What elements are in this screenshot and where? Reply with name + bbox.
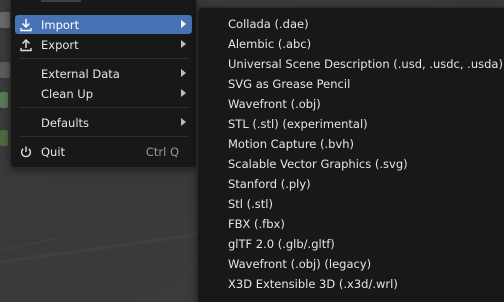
import-stanford-ply[interactable]: Stanford (.ply) — [228, 177, 311, 197]
import-icon — [15, 15, 37, 34]
menu-item-quit[interactable]: Quit Ctrl Q — [15, 142, 192, 161]
import-stl[interactable]: Stl (.stl) — [228, 197, 273, 217]
toolbar-tool-button[interactable] — [0, 130, 8, 146]
menu-item-label: Import — [41, 18, 80, 32]
menu-separator — [19, 136, 189, 137]
menu-item-export[interactable]: Export — [15, 35, 192, 54]
import-stl-experimental[interactable]: STL (.stl) (experimental) — [228, 117, 368, 137]
import-gltf[interactable]: glTF 2.0 (.glb/.gltf) — [228, 237, 335, 257]
menu-item-label: External Data — [41, 67, 120, 81]
menu-item-external-data[interactable]: External Data — [15, 64, 192, 83]
menu-item-label: Clean Up — [41, 87, 94, 101]
import-x3d[interactable]: X3D Extensible 3D (.x3d/.wrl) — [228, 277, 398, 297]
menu-separator — [19, 58, 189, 59]
menu-item-clean-up[interactable]: Clean Up — [15, 84, 192, 103]
menu-item-import[interactable]: Import — [15, 15, 192, 34]
toolbar-tool-button[interactable] — [0, 92, 8, 108]
submenu-arrow-icon — [181, 69, 186, 77]
submenu-arrow-icon — [181, 118, 186, 126]
menu-separator — [19, 107, 189, 108]
import-motion-capture[interactable]: Motion Capture (.bvh) — [228, 137, 354, 157]
import-wavefront-obj-legacy[interactable]: Wavefront (.obj) (legacy) — [228, 257, 371, 277]
submenu-arrow-icon — [181, 89, 186, 97]
toolbar-tool-button[interactable] — [0, 12, 10, 28]
file-menu: Import Export External Data Clean Up Def… — [10, 0, 197, 168]
shortcut-label: Ctrl Q — [145, 145, 179, 159]
import-collada[interactable]: Collada (.dae) — [228, 17, 309, 37]
menu-top-edge — [41, 0, 81, 2]
toolbar-tool-button[interactable] — [0, 62, 10, 78]
import-submenu: Collada (.dae) Alembic (.abc) Universal … — [197, 7, 504, 302]
import-wavefront-obj[interactable]: Wavefront (.obj) — [228, 97, 321, 117]
menu-item-defaults[interactable]: Defaults — [15, 113, 192, 132]
import-usd[interactable]: Universal Scene Description (.usd, .usdc… — [228, 57, 503, 77]
import-alembic[interactable]: Alembic (.abc) — [228, 37, 311, 57]
import-svg-grease-pencil[interactable]: SVG as Grease Pencil — [228, 77, 350, 97]
viewport-grid-line — [0, 237, 59, 251]
submenu-arrow-icon — [181, 40, 186, 48]
menu-item-label: Quit — [41, 145, 66, 159]
submenu-arrow-icon — [181, 20, 186, 28]
import-svg[interactable]: Scalable Vector Graphics (.svg) — [228, 157, 408, 177]
import-fbx[interactable]: FBX (.fbx) — [228, 217, 285, 237]
export-icon — [15, 35, 37, 54]
power-icon — [15, 142, 37, 161]
menu-item-label: Defaults — [41, 116, 90, 130]
menu-item-label: Export — [41, 38, 79, 52]
